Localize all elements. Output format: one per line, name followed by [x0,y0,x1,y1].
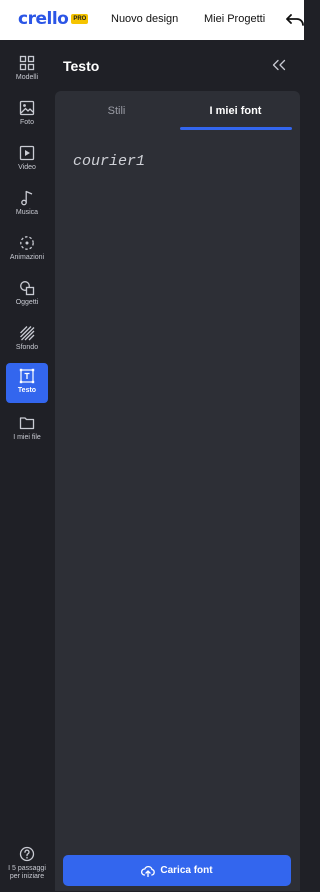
sidebar-item-sfondo[interactable]: Sfondo [6,320,48,360]
collapse-panel-icon[interactable] [272,59,286,71]
sidebar-item-video[interactable]: Video [6,140,48,180]
sidebar-item-my-files[interactable]: I miei file [6,410,48,450]
upload-font-label: Carica font [160,865,213,876]
sidebar-item-label: Musica [15,209,39,216]
nav-new-design[interactable]: Nuovo design [111,13,178,25]
sidebar-item-label: I miei file [13,434,41,441]
sidebar-item-oggetti[interactable]: Oggetti [6,275,48,315]
nav-my-projects[interactable]: Miei Progetti [204,13,265,25]
sidebar-item-modelli[interactable]: Modelli [6,50,48,90]
sidebar-item-testo[interactable]: Testo [6,363,48,403]
panel-title: Testo [63,58,100,74]
help-label: I 5 passaggi per iniziare [8,865,46,880]
sidebar-item-musica[interactable]: Musica [6,185,48,225]
music-note-icon [21,190,33,206]
sidebar-item-label: Sfondo [15,344,39,351]
text-icon [19,368,35,384]
video-icon [19,145,35,161]
logo-text: crello [18,9,69,29]
getting-started-help[interactable]: I 5 passaggi per iniziare [2,846,52,890]
sidebar-item-label: Foto [19,119,34,126]
sidebar-item-label: Oggetti [15,299,39,306]
tab-my-fonts[interactable]: I miei font [179,91,292,131]
crello-logo[interactable]: crello PRO [18,9,89,29]
shapes-icon [20,281,35,296]
text-panel: Stili I miei font courier1 Carica font [55,91,300,891]
sidebar-item-label: Testo [17,387,37,394]
tab-stili[interactable]: Stili [55,91,178,131]
left-sidebar: Modelli Foto Video Musica Animazioni Ogg… [0,40,54,892]
sidebar-item-foto[interactable]: Foto [6,95,48,135]
folder-icon [19,417,35,430]
upload-font-button[interactable]: Carica font [63,855,291,886]
font-item[interactable]: courier1 [73,153,145,170]
active-tab-indicator [180,127,292,130]
sidebar-item-animazioni[interactable]: Animazioni [6,230,48,270]
sidebar-item-label: Animazioni [9,254,45,261]
background-icon [20,326,35,341]
top-bar: crello PRO Nuovo design Miei Progetti [0,0,304,40]
cloud-upload-icon [141,865,156,877]
panel-header: Testo [54,40,304,90]
undo-icon[interactable] [286,12,304,28]
photo-icon [19,100,35,116]
animation-icon [20,236,34,250]
sidebar-item-label: Modelli [15,74,39,81]
pro-badge: PRO [71,14,89,24]
help-circle-icon [19,846,35,862]
sidebar-item-label: Video [18,164,36,171]
templates-grid-icon [19,55,35,71]
